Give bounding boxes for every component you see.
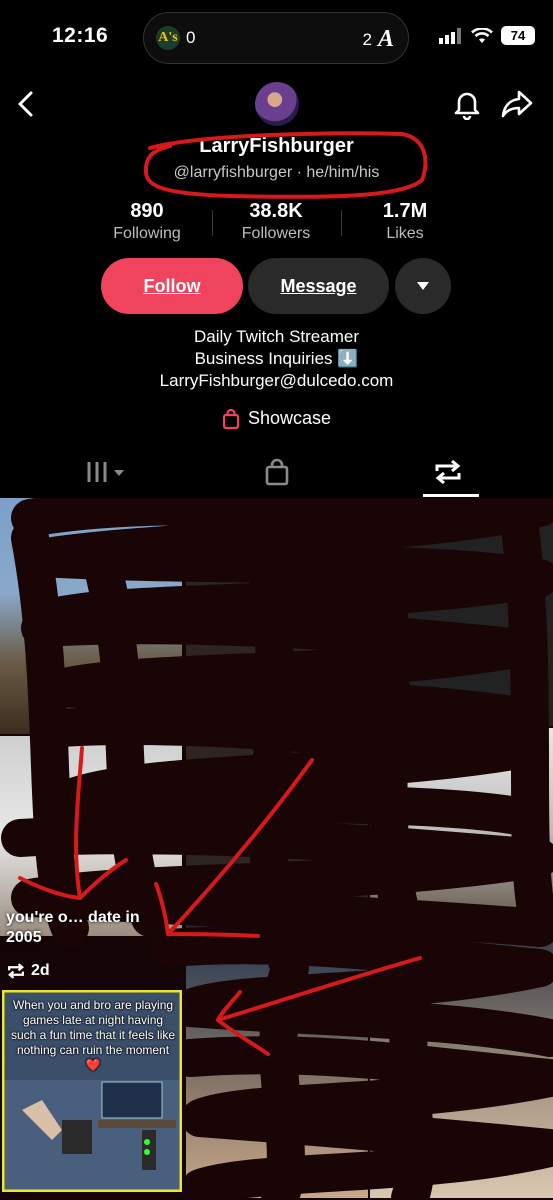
repost-age: 2d [31,962,50,979]
follow-button[interactable]: Follow [101,258,243,314]
status-bar: 12:16 A's 0 2 A 74 [0,0,553,78]
repost-icon [435,459,461,485]
signal-icon [439,27,461,44]
stat-label: Followers [241,225,311,242]
bio-email-link[interactable]: LarryFishburger@dulcedo.com [0,370,553,392]
showcase-label: Showcase [247,408,332,428]
bell-icon [454,92,480,121]
wifi-icon [471,27,493,43]
stat-value: 890 [130,200,164,222]
video-caption: you're o… date in 2005 [6,909,140,946]
avatar[interactable] [255,82,299,126]
right-score: 2 [362,29,372,49]
chevron-left-icon [18,91,33,117]
battery-level: 74 [510,28,526,43]
tab-shop[interactable] [264,458,290,491]
braves-logo-icon: A [377,26,394,52]
suggested-accounts-button[interactable] [395,258,451,314]
stat-likes[interactable]: 1.7M Likes [335,200,475,243]
stat-label: Likes [386,225,424,242]
athletics-logo-icon: A's [156,26,180,50]
share-button[interactable] [500,88,534,125]
system-icons: 74 [439,26,535,45]
dynamic-island-scores[interactable]: A's 0 2 A [143,12,409,64]
repost-icon [8,963,24,979]
share-arrow-icon [501,90,533,118]
battery-icon: 74 [501,26,535,45]
bio-line: Business Inquiries ⬇️ [194,349,359,368]
caret-down-icon [417,282,429,290]
showcase-link[interactable]: Showcase [0,408,553,429]
grid-icon [87,462,124,482]
stat-followers[interactable]: 38.8K Followers [206,200,346,243]
stat-label: Following [113,225,181,242]
back-button[interactable] [14,90,38,123]
profile-tabs [0,452,553,498]
tab-videos[interactable] [86,458,128,491]
red-annotation-circle [143,131,428,199]
clock-time: 12:16 [52,24,109,47]
profile-stats: 890 Following 38.8K Followers 1.7M Likes [0,200,553,250]
left-score: 0 [186,28,196,47]
stat-following[interactable]: 890 Following [77,200,217,243]
active-tab-indicator [423,494,479,497]
shopping-bag-icon [222,408,240,429]
bio-line: Daily Twitch Streamer [193,327,359,346]
stat-value: 38.8K [249,200,303,222]
stat-value: 1.7M [382,200,428,222]
bag-icon [265,458,289,486]
notification-button[interactable] [452,88,482,125]
tab-reposts[interactable] [432,458,464,491]
message-button[interactable]: Message [248,258,389,314]
repost-indicator: 2d [6,962,50,980]
profile-bio: Daily Twitch Streamer Business Inquiries… [0,326,553,392]
video-caption: When you and bro are playing games late … [10,998,176,1072]
